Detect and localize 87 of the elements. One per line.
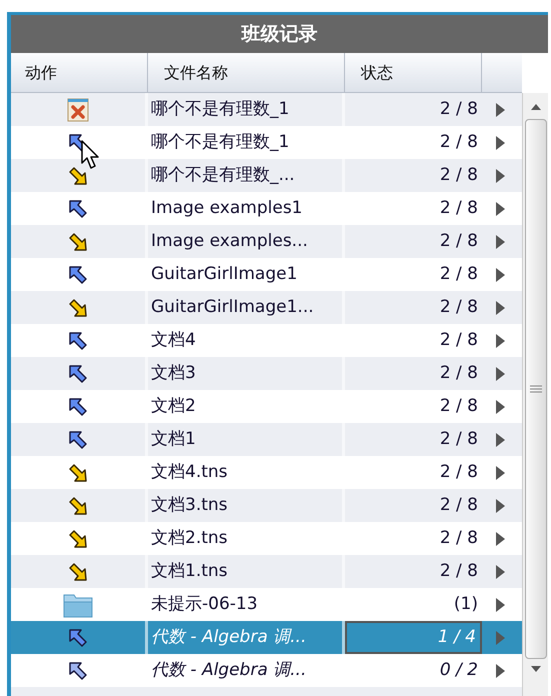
file-name: 文档4: [151, 328, 196, 352]
arrow-up-left-icon: [67, 198, 89, 220]
file-name: GuitarGirlImage1...: [151, 296, 314, 319]
status-count: 2 / 8: [440, 196, 478, 220]
expand-arrow-icon[interactable]: [496, 334, 505, 348]
file-name: 文档1: [151, 428, 196, 451]
status-count: (1): [454, 592, 478, 616]
mouse-pointer-icon: [81, 140, 101, 170]
expand-arrow-icon[interactable]: [496, 268, 505, 282]
arrow-up-left-icon: [67, 330, 89, 352]
arrow-up-left-icon: [67, 264, 89, 286]
table-row[interactable]: 文档1.tns 2 / 8: [11, 555, 522, 588]
status-count: 2 / 8: [440, 296, 478, 319]
file-name: 哪个不是有理数_1: [151, 98, 290, 121]
expand-arrow-icon[interactable]: [496, 366, 505, 380]
expand-arrow-icon[interactable]: [496, 136, 505, 150]
status-count: 2 / 8: [440, 230, 478, 253]
file-name: 文档2: [151, 394, 196, 418]
status-count: 1 / 4: [438, 626, 476, 649]
status-count: 2 / 8: [440, 328, 478, 352]
status-count: 2 / 8: [440, 560, 478, 583]
grip-icon: [530, 385, 542, 393]
table-row[interactable]: 哪个不是有理数_1 2 / 8: [11, 93, 522, 126]
file-name: 哪个不是有理数_...: [151, 164, 295, 187]
table-row[interactable]: 文档3 2 / 8: [11, 357, 522, 390]
table-row[interactable]: 文档3.tns 2 / 8: [11, 489, 522, 522]
arrow-down-right-icon: [67, 296, 89, 318]
error-icon: [67, 98, 89, 122]
file-name: 文档2.tns: [151, 526, 228, 550]
file-name: Image examples1: [151, 196, 302, 220]
scrollbar-thumb[interactable]: [524, 119, 546, 659]
expand-arrow-icon[interactable]: [496, 532, 505, 546]
file-name: 代数 - Algebra 调...: [151, 626, 306, 649]
table-row[interactable]: 代数 - Algebra 调... 1 / 4: [11, 621, 522, 654]
column-header[interactable]: 动作: [11, 53, 148, 92]
window-title: 班级记录: [242, 22, 318, 47]
status-count: 2 / 8: [440, 494, 478, 517]
file-name: 哪个不是有理数_1: [151, 130, 290, 154]
arrow-up-left-icon: [67, 396, 89, 418]
folder-icon: [63, 592, 93, 618]
status-count: 2 / 8: [440, 98, 478, 121]
arrow-down-right-icon: [67, 494, 89, 516]
expand-arrow-icon[interactable]: [496, 300, 505, 314]
column-header[interactable]: 文件名称: [148, 53, 345, 92]
arrow-down-right-icon: [67, 164, 89, 186]
arrow-down-right-icon: [67, 462, 89, 484]
file-name: 文档3: [151, 362, 196, 385]
file-name: Image examples...: [151, 230, 308, 253]
arrow-up-left-icon: [67, 660, 89, 682]
status-count: 2 / 8: [440, 262, 478, 286]
status-count: 2 / 8: [440, 460, 478, 484]
status-count: 2 / 8: [440, 428, 478, 451]
status-count: 2 / 8: [440, 164, 478, 187]
status-count: 2 / 8: [440, 130, 478, 154]
expand-arrow-icon[interactable]: [496, 664, 505, 678]
file-name: 文档1.tns: [151, 560, 228, 583]
file-name: 文档4.tns: [151, 460, 228, 484]
file-name: 文档3.tns: [151, 494, 228, 517]
expand-arrow-icon[interactable]: [496, 400, 505, 414]
expand-arrow-icon[interactable]: [496, 498, 505, 512]
arrow-down-right-icon: [67, 230, 89, 252]
status-count: 2 / 8: [440, 526, 478, 550]
expand-arrow-icon[interactable]: [496, 466, 505, 480]
arrow-down-right-icon: [67, 528, 89, 550]
expand-arrow-icon[interactable]: [496, 234, 505, 248]
expand-arrow-icon[interactable]: [496, 168, 505, 182]
expand-arrow-icon[interactable]: [496, 202, 505, 216]
arrow-up-left-icon: [67, 626, 89, 648]
arrow-up-left-icon: [67, 362, 89, 384]
status-count: 2 / 8: [440, 394, 478, 418]
file-name: GuitarGirlImage1: [151, 262, 298, 286]
file-name: 未提示-06-13: [151, 592, 258, 616]
column-header[interactable]: 状态: [345, 53, 482, 92]
expand-arrow-icon[interactable]: [496, 598, 505, 612]
table-row[interactable]: GuitarGirlImage1... 2 / 8: [11, 291, 522, 324]
arrow-down-right-icon: [67, 560, 89, 582]
table-row[interactable]: Image examples... 2 / 8: [11, 225, 522, 258]
table-row[interactable]: 哪个不是有理数_... 2 / 8: [11, 159, 522, 192]
table-row[interactable]: 文档1 2 / 8: [11, 423, 522, 456]
expand-arrow-icon[interactable]: [496, 564, 505, 578]
status-count: 0 / 2: [440, 658, 478, 682]
expand-arrow-icon[interactable]: [496, 432, 505, 446]
scrollbar[interactable]: [522, 93, 548, 696]
expand-arrow-icon[interactable]: [496, 102, 505, 116]
arrow-up-left-icon: [67, 428, 89, 450]
file-name: 代数 - Algebra 调...: [151, 658, 306, 682]
status-count: 2 / 8: [440, 362, 478, 385]
